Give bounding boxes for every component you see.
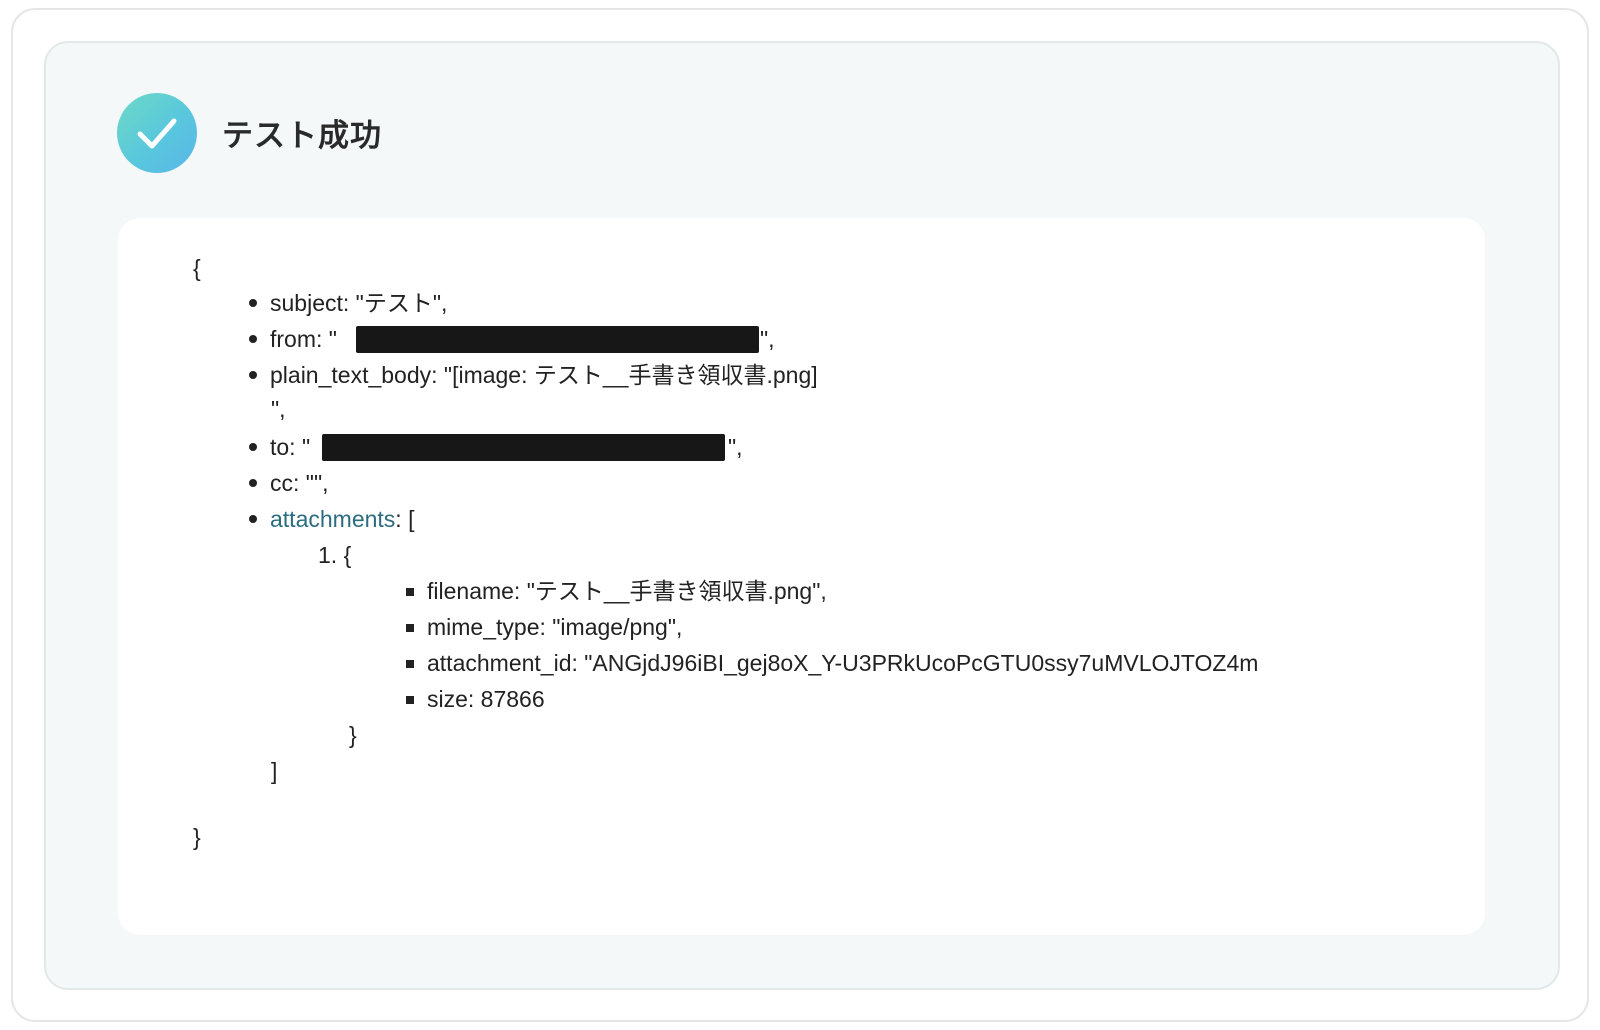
field-cc: cc: "", [270,470,329,496]
field-plain-text-body: plain_text_body: "[image: テスト__手書き領収書.pn… [270,362,818,388]
list-bullet [249,299,257,307]
json-open-brace: { [193,255,201,281]
list-bullet [406,588,414,596]
attachment-size: size: 87866 [427,686,545,712]
field-to-label: to: " [270,434,311,460]
list-bullet [249,479,257,487]
list-bullet [406,660,414,668]
field-from-label: from: " [270,326,337,352]
list-bullet [406,624,414,632]
field-to-suffix: ", [728,434,743,460]
list-bullet [406,696,414,704]
redacted-from-value [356,326,759,353]
attachment-item-close: } [349,722,357,748]
attachment-mime-type: mime_type: "image/png", [427,614,683,640]
redacted-to-value [322,434,725,461]
field-attachments: attachments: [ [270,504,414,534]
json-output-card: { subject: "テスト", from: " ", plain_text_… [118,218,1485,935]
attachment-item-index: 1. { [318,542,352,568]
attachments-toggle-link[interactable]: attachments [270,506,395,532]
list-bullet [249,515,257,523]
attachments-open-bracket: : [ [395,506,415,532]
field-from-suffix: ", [760,326,775,352]
field-plain-text-body-end: ", [271,396,286,422]
field-subject: subject: "テスト", [270,290,448,316]
attachments-close-bracket: ] [271,758,278,784]
attachment-filename: filename: "テスト__手書き領収書.png", [427,578,827,604]
attachment-id: attachment_id: "ANGjdJ96iBI_gej8oX_Y-U3P… [427,650,1259,676]
json-close-brace: } [193,824,201,850]
check-circle-icon [117,93,197,173]
list-bullet [249,443,257,451]
test-status-title: テスト成功 [222,118,382,153]
list-bullet [249,335,257,343]
list-bullet [249,371,257,379]
